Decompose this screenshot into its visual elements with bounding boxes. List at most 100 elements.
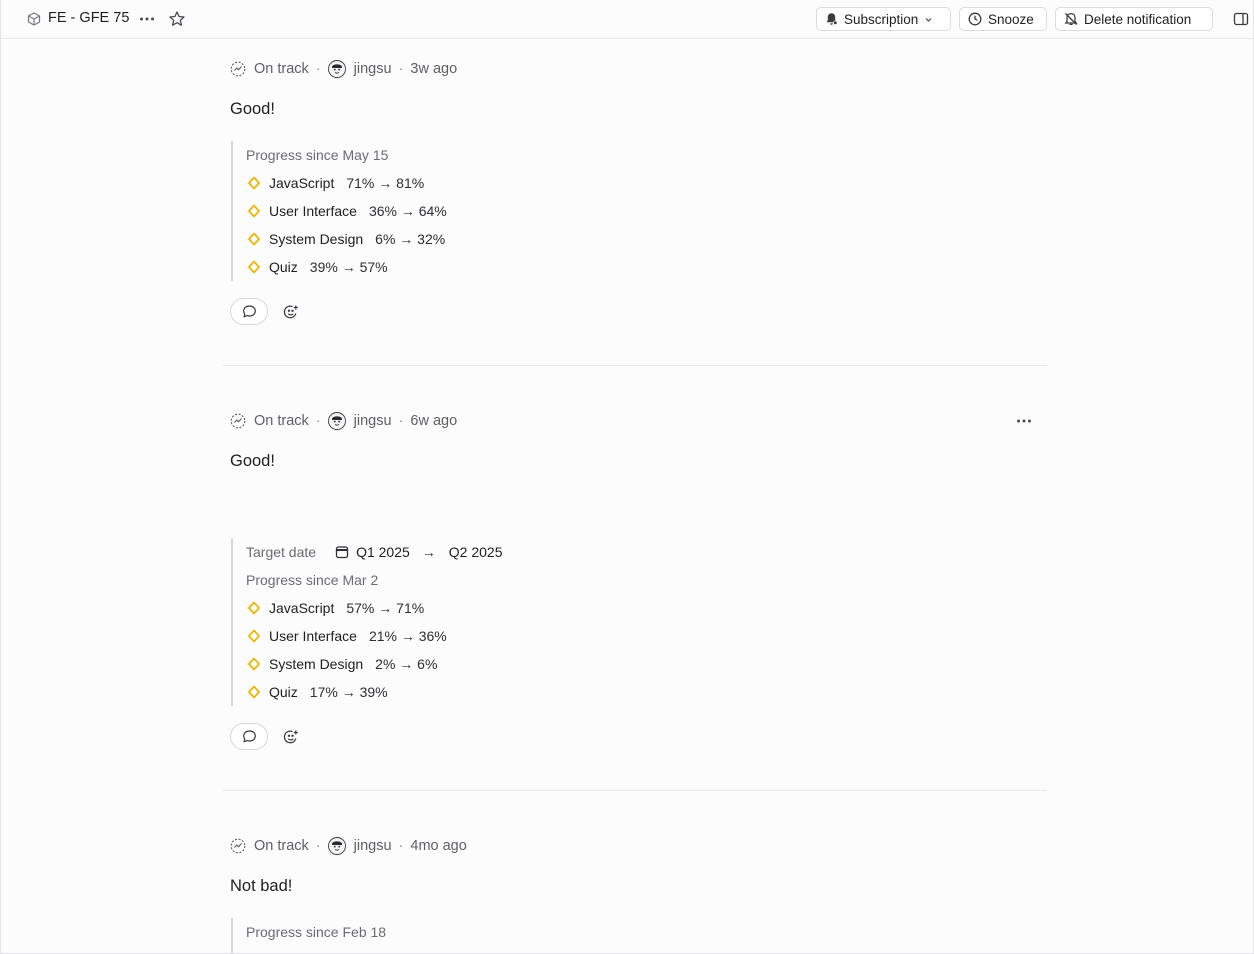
skill-name[interactable]: Quiz bbox=[269, 684, 298, 700]
skill-name[interactable]: System Design bbox=[269, 231, 363, 247]
skill-name[interactable]: User Interface bbox=[269, 628, 357, 644]
skill-change: 21% → 36% bbox=[368, 628, 447, 644]
update-meta: On track · jingsu · 4mo ago bbox=[230, 836, 467, 856]
diamond-icon bbox=[248, 685, 260, 699]
update-meta: On track · jingsu · 6w ago bbox=[230, 411, 457, 431]
target-date-label: Target date bbox=[246, 544, 317, 560]
update-time: 6w ago bbox=[410, 413, 458, 429]
diamond-icon bbox=[248, 601, 260, 615]
skill-name[interactable]: JavaScript bbox=[269, 175, 334, 191]
diamond-icon bbox=[248, 260, 260, 274]
skill-name[interactable]: User Interface bbox=[269, 203, 357, 219]
progress-block: Target date Q1 2025 → Q2 2025 Progress s… bbox=[231, 538, 503, 706]
separator-dot: · bbox=[398, 838, 404, 854]
skill-row: User Interface 21% → 36% bbox=[246, 622, 503, 650]
update-time: 3w ago bbox=[410, 61, 458, 77]
skill-name[interactable]: JavaScript bbox=[269, 600, 334, 616]
app-window: FE - GFE 75 Subscription Snooze Delete n… bbox=[0, 0, 1254, 954]
progress-label-row: Progress since Mar 2 bbox=[246, 566, 503, 594]
skill-change: 71% → 81% bbox=[346, 175, 425, 191]
delete-notification-label: Delete notification bbox=[1084, 11, 1192, 27]
add-reaction-icon bbox=[283, 730, 298, 743]
progress-block: Progress since Feb 18 bbox=[231, 918, 386, 953]
update-text: Not bad! bbox=[230, 877, 293, 895]
skill-change: 36% → 64% bbox=[368, 203, 447, 219]
update-time: 4mo ago bbox=[410, 838, 467, 854]
comment-icon bbox=[242, 730, 256, 743]
skill-change: 6% → 32% bbox=[375, 231, 446, 247]
update-meta: On track · jingsu · 3w ago bbox=[230, 59, 457, 79]
subscription-button[interactable]: Subscription bbox=[816, 7, 951, 31]
skill-name[interactable]: Quiz bbox=[269, 259, 298, 275]
snooze-label: Snooze bbox=[988, 11, 1034, 27]
top-bar: FE - GFE 75 Subscription Snooze Delete n… bbox=[1, 0, 1253, 39]
diamond-icon bbox=[248, 232, 260, 246]
add-reaction-button[interactable] bbox=[281, 302, 301, 322]
progress-label-row: Progress since May 15 bbox=[246, 141, 447, 169]
diamond-icon bbox=[248, 204, 260, 218]
bell-icon bbox=[826, 13, 838, 25]
add-reaction-icon bbox=[283, 305, 298, 318]
skill-row: Quiz 39% → 57% bbox=[246, 253, 447, 281]
progress-label: Progress since Feb 18 bbox=[246, 924, 387, 940]
author-name[interactable]: jingsu bbox=[354, 61, 392, 77]
update-divider bbox=[223, 365, 1047, 366]
progress-label: Progress since Mar 2 bbox=[246, 572, 379, 588]
side-panel-icon[interactable] bbox=[1233, 11, 1249, 27]
skill-change: 57% → 71% bbox=[346, 600, 425, 616]
skill-change: 17% → 39% bbox=[309, 684, 388, 700]
skill-change: 2% → 6% bbox=[375, 656, 438, 672]
comment-button[interactable] bbox=[230, 723, 268, 750]
clock-icon bbox=[968, 12, 982, 26]
update-actions bbox=[230, 298, 301, 325]
delete-notification-button[interactable]: Delete notification bbox=[1055, 7, 1213, 31]
separator-dot: · bbox=[398, 413, 404, 429]
separator-dot: · bbox=[315, 61, 321, 77]
update-text: Good! bbox=[230, 100, 275, 118]
status-label[interactable]: On track bbox=[254, 413, 309, 429]
separator-dot: · bbox=[315, 838, 321, 854]
target-date-row: Target date Q1 2025 → Q2 2025 bbox=[246, 538, 503, 566]
on-track-icon bbox=[230, 61, 246, 77]
separator-dot: · bbox=[315, 413, 321, 429]
add-reaction-button[interactable] bbox=[281, 727, 301, 747]
author-name[interactable]: jingsu bbox=[354, 838, 392, 854]
on-track-icon bbox=[230, 838, 246, 854]
skill-change: 39% → 57% bbox=[309, 259, 388, 275]
skill-row: Quiz 17% → 39% bbox=[246, 678, 503, 706]
separator-dot: · bbox=[398, 61, 404, 77]
project-title[interactable]: FE - GFE 75 bbox=[48, 10, 129, 26]
diamond-icon bbox=[248, 629, 260, 643]
star-icon[interactable] bbox=[168, 10, 186, 28]
update-text: Good! bbox=[230, 452, 275, 470]
snooze-button[interactable]: Snooze bbox=[959, 7, 1047, 31]
target-date-from: Q1 2025 bbox=[356, 544, 410, 560]
target-date-to: Q2 2025 bbox=[448, 544, 503, 560]
skill-name[interactable]: System Design bbox=[269, 656, 363, 672]
avatar bbox=[327, 837, 346, 855]
author-name[interactable]: jingsu bbox=[354, 413, 392, 429]
avatar bbox=[327, 60, 346, 78]
comment-button[interactable] bbox=[230, 298, 268, 325]
status-label[interactable]: On track bbox=[254, 838, 309, 854]
progress-label: Progress since May 15 bbox=[246, 147, 389, 163]
skill-row: JavaScript 57% → 71% bbox=[246, 594, 503, 622]
bell-off-icon bbox=[1064, 12, 1078, 26]
comment-icon bbox=[242, 305, 256, 318]
skill-row: System Design 2% → 6% bbox=[246, 650, 503, 678]
more-options-icon[interactable] bbox=[138, 9, 156, 29]
status-label[interactable]: On track bbox=[254, 61, 309, 77]
on-track-icon bbox=[230, 413, 246, 429]
target-date-arrow: → bbox=[421, 544, 436, 560]
progress-block: Progress since May 15 JavaScript 71% → 8… bbox=[231, 141, 447, 281]
more-options-icon[interactable] bbox=[1014, 411, 1034, 431]
update-actions bbox=[230, 723, 301, 750]
subscription-label: Subscription bbox=[844, 11, 919, 27]
progress-label-row: Progress since Feb 18 bbox=[246, 918, 386, 946]
skill-row: JavaScript 71% → 81% bbox=[246, 169, 447, 197]
skill-row: System Design 6% → 32% bbox=[246, 225, 447, 253]
update-divider bbox=[223, 790, 1047, 791]
cube-icon bbox=[27, 12, 41, 26]
skill-row: User Interface 36% → 64% bbox=[246, 197, 447, 225]
chevron-down-icon bbox=[925, 17, 932, 22]
